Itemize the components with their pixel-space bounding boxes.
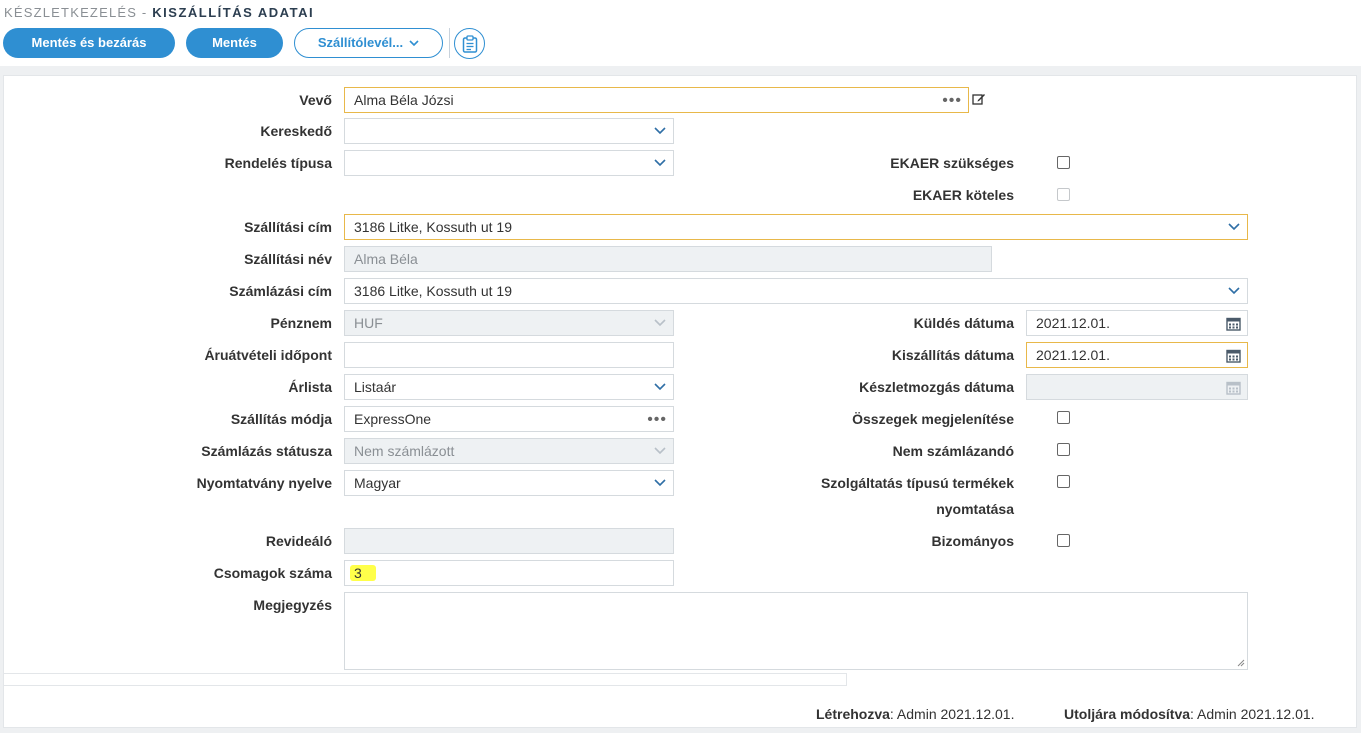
penznem-select: HUF <box>344 310 674 336</box>
breadcrumb: KÉSZLETKEZELÉS - KISZÁLLÍTÁS ADATAI <box>4 5 314 20</box>
label-ekaer-szukseges: EKAER szükséges <box>890 155 1014 171</box>
label-revidealo: Revideáló <box>265 533 332 549</box>
chevron-down-icon <box>1227 279 1241 303</box>
revidealo-field <box>344 528 674 554</box>
delivery-note-label: Szállítólevél... <box>317 35 404 50</box>
save-and-close-button[interactable]: Mentés és bezárás <box>3 28 175 58</box>
szallitas-modja-field[interactable]: ExpressOne ••• <box>344 406 674 432</box>
chevron-down-icon <box>653 311 667 335</box>
label-nem-szamlazando: Nem számlázandó <box>892 443 1014 459</box>
calendar-icon[interactable] <box>1226 316 1241 331</box>
nyomtatvany-nyelve-value: Magyar <box>354 475 401 491</box>
szamlazas-statusza-select: Nem számlázott <box>344 438 674 464</box>
chevron-down-icon <box>409 30 419 58</box>
label-szallitasi-cim: Szállítási cím <box>244 219 332 235</box>
toolbar-divider <box>449 28 450 58</box>
modified-value: : Admin 2021.12.01. <box>1190 706 1315 722</box>
created-label: Létrehozva <box>816 706 890 722</box>
label-bizomanyos: Bizományos <box>931 533 1014 549</box>
ekaer-szukseges-checkbox[interactable] <box>1057 156 1070 169</box>
label-szamlazas-statusza: Számlázás státusza <box>201 443 332 459</box>
kereskedo-select[interactable] <box>344 118 674 144</box>
created-info: Létrehozva: Admin 2021.12.01. <box>816 706 1014 722</box>
szamlazasi-cim-select[interactable]: 3186 Litke, Kossuth ut 19 <box>344 278 1248 304</box>
chevron-down-icon <box>653 471 667 495</box>
szolgaltatas-tipusu-checkbox[interactable] <box>1057 475 1070 488</box>
szallitasi-cim-value: 3186 Litke, Kossuth ut 19 <box>354 219 512 235</box>
save-button[interactable]: Mentés <box>186 28 283 58</box>
nyomtatvany-nyelve-select[interactable]: Magyar <box>344 470 674 496</box>
clipboard-button[interactable] <box>454 28 485 59</box>
aruatveteli-idopont-field[interactable] <box>344 342 674 368</box>
clipboard-icon <box>462 35 478 53</box>
calendar-icon <box>1226 381 1241 395</box>
breadcrumb-parent[interactable]: KÉSZLETKEZELÉS <box>4 5 137 20</box>
szallitasi-cim-select[interactable]: 3186 Litke, Kossuth ut 19 <box>344 214 1248 240</box>
label-szolgaltatas-tipusu-line1: Szolgáltatás típusú termékek <box>821 475 1014 491</box>
kuldes-datuma-field[interactable]: 2021.12.01. <box>1026 310 1248 336</box>
label-vevo: Vevő <box>299 92 332 108</box>
top-bar: KÉSZLETKEZELÉS - KISZÁLLÍTÁS ADATAI Ment… <box>0 0 1361 66</box>
label-aruatveteli-idopont: Áruátvételi időpont <box>204 347 332 363</box>
label-nyomtatvany-nyelve: Nyomtatvány nyelve <box>196 475 332 491</box>
label-szolgaltatas-tipusu-line2: nyomtatása <box>936 501 1014 517</box>
megjegyzes-textarea[interactable] <box>344 592 1248 670</box>
csomagok-szama-value: 3 <box>350 565 376 581</box>
label-csomagok-szama: Csomagok száma <box>213 565 332 581</box>
modified-label: Utoljára módosítva <box>1064 706 1191 722</box>
szallitasi-nev-value: Alma Béla <box>354 251 418 267</box>
page-title: KISZÁLLÍTÁS ADATAI <box>152 5 315 20</box>
horizontal-scrollbar[interactable] <box>4 673 847 686</box>
penznem-value: HUF <box>354 315 383 331</box>
label-rendeles-tipusa: Rendelés típusa <box>224 155 332 171</box>
szallitas-modja-value: ExpressOne <box>354 411 432 427</box>
created-value: : Admin 2021.12.01. <box>889 706 1015 722</box>
arlista-select[interactable]: Listaár <box>344 374 674 400</box>
kiszallitas-datuma-field[interactable]: 2021.12.01. <box>1026 342 1248 368</box>
label-kereskedo: Kereskedő <box>260 123 332 139</box>
szamlazas-statusza-value: Nem számlázott <box>354 443 455 459</box>
kiszallitas-datuma-value: 2021.12.01. <box>1036 347 1110 363</box>
breadcrumb-separator: - <box>137 5 153 20</box>
ekaer-koteles-checkbox <box>1057 188 1070 201</box>
osszegek-megjelenitese-checkbox[interactable] <box>1057 411 1070 424</box>
form-panel: Vevő Alma Béla Józsi ••• Kereskedő Rende… <box>3 75 1357 728</box>
label-kiszallitas-datuma: Kiszállítás dátuma <box>891 347 1014 363</box>
vevo-value: Alma Béla Józsi <box>354 92 454 108</box>
label-megjegyzes: Megjegyzés <box>253 597 332 613</box>
chevron-down-icon <box>653 119 667 143</box>
modified-info: Utoljára módosítva: Admin 2021.12.01. <box>1064 706 1315 722</box>
label-szallitas-modja: Szállítás módja <box>230 411 332 427</box>
arlista-value: Listaár <box>354 379 397 395</box>
label-keszletmozgas-datuma: Készletmozgás dátuma <box>859 379 1014 395</box>
chevron-down-icon <box>1227 215 1241 239</box>
more-icon[interactable]: ••• <box>647 408 667 431</box>
csomagok-szama-field[interactable]: 3 <box>344 560 674 586</box>
calendar-icon[interactable] <box>1226 348 1241 363</box>
rendeles-tipusa-select[interactable] <box>344 150 674 176</box>
keszletmozgas-datuma-field <box>1026 374 1248 400</box>
label-ekaer-koteles: EKAER köteles <box>912 187 1014 203</box>
kuldes-datuma-value: 2021.12.01. <box>1036 315 1110 331</box>
resize-grip-icon[interactable] <box>1237 659 1245 667</box>
bizomanyos-checkbox[interactable] <box>1057 534 1070 547</box>
delivery-note-dropdown-button[interactable]: Szállítólevél... <box>294 28 443 58</box>
more-icon[interactable]: ••• <box>942 89 962 112</box>
szallitasi-nev-field: Alma Béla <box>344 246 992 272</box>
edit-icon[interactable] <box>972 92 986 106</box>
chevron-down-icon <box>653 151 667 175</box>
label-szallitasi-nev: Szállítási név <box>244 251 332 267</box>
vevo-field[interactable]: Alma Béla Józsi ••• <box>344 87 969 113</box>
nem-szamlazando-checkbox[interactable] <box>1057 443 1070 456</box>
label-szamlazasi-cim: Számlázási cím <box>229 283 332 299</box>
chevron-down-icon <box>653 439 667 463</box>
szamlazasi-cim-value: 3186 Litke, Kossuth ut 19 <box>354 283 512 299</box>
label-arlista: Árlista <box>288 379 332 395</box>
label-penznem: Pénznem <box>270 315 332 331</box>
label-osszegek-megjelenitese: Összegek megjelenítése <box>852 411 1014 427</box>
chevron-down-icon <box>653 375 667 399</box>
label-kuldes-datuma: Küldés dátuma <box>913 315 1014 331</box>
